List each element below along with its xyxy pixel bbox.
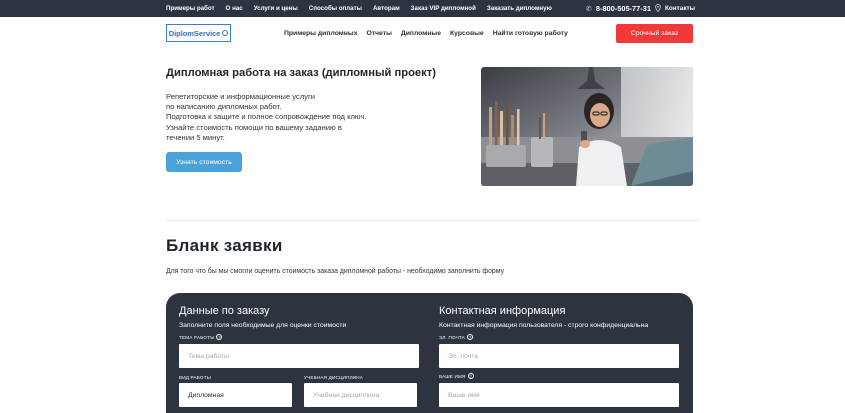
top-link-about[interactable]: О нас [226, 5, 243, 12]
form-subtitle: Для того что бы мы смогли оценить стоимо… [166, 268, 505, 275]
hero-description-line: Узнайте стоимость помощи по вашему задан… [166, 122, 342, 132]
nav-item-diploma-examples[interactable]: Примеры дипломных [284, 30, 357, 37]
name-label-text: Ваше имя [439, 373, 466, 379]
type-label-text: Вид работы [179, 375, 211, 380]
order-section-title: Данные по заказу [179, 305, 270, 317]
hero-description: Репетиторские и информационные услуги по… [166, 92, 406, 143]
contact-section-subtitle: Контактная информация пользователя - стр… [439, 322, 649, 329]
name-field-label: Ваше имя ? [439, 373, 474, 379]
contact-section-title: Контактная информация [439, 305, 566, 317]
email-field-label: Эл. почта ? [439, 334, 474, 340]
site-logo[interactable]: DiplomService [166, 24, 231, 42]
hero-description-line: Репетиторские и информационные услуги [166, 92, 315, 101]
nav-item-coursework[interactable]: Курсовые [450, 30, 484, 37]
topic-field-label: Тема работы ? [179, 334, 223, 340]
topic-input[interactable] [179, 344, 419, 368]
top-nav: Примеры работ О нас Услуги и цены Способ… [166, 0, 563, 17]
top-link-vip[interactable]: Заказ VIP дипломной [411, 5, 476, 12]
main-nav: Примеры дипломных Отчеты Дипломные Курсо… [284, 24, 577, 42]
email-label-text: Эл. почта [439, 334, 466, 340]
hero-photo-illustration [481, 67, 693, 186]
top-link-order[interactable]: Заказать дипломную [487, 5, 552, 12]
top-link-payment[interactable]: Способы оплаты [309, 5, 362, 12]
help-icon[interactable]: ? [216, 334, 223, 340]
contacts-link[interactable]: Контакты [655, 0, 695, 17]
type-field-label: Вид работы [179, 375, 211, 380]
discipline-field-label: Учебная дисциплина [304, 375, 363, 380]
contacts-label: Контакты [665, 5, 696, 12]
find-cost-button[interactable]: Узнать стоимость [166, 152, 242, 172]
top-link-services[interactable]: Услуги и цены [254, 5, 298, 12]
nav-item-find-ready[interactable]: Найти готовую работу [493, 30, 568, 37]
top-link-examples[interactable]: Примеры работ [166, 5, 215, 12]
discipline-input[interactable] [304, 383, 417, 407]
logo-mark-icon [222, 30, 229, 36]
email-input[interactable] [439, 344, 679, 368]
nav-item-diplomas[interactable]: Дипломные [401, 30, 441, 37]
form-title: Бланк заявки [166, 236, 283, 255]
top-link-authors[interactable]: Авторам [373, 5, 400, 12]
hero-description-line: Подготовка к защите и полное сопровожден… [166, 112, 367, 122]
hero-title: Дипломная работа на заказ (дипломный про… [166, 67, 436, 79]
phone-link[interactable]: ✆ 8-800-505-77-31 [586, 0, 651, 17]
request-form-panel: Данные по заказу Заполните поля необходи… [166, 293, 693, 413]
order-section-subtitle: Заполните поля необходимые для оценки ст… [179, 322, 347, 329]
section-divider [166, 220, 699, 221]
work-type-select[interactable] [179, 383, 292, 407]
hero-description-line: по написанию дипломных работ. [166, 102, 282, 112]
help-icon[interactable]: ? [467, 334, 474, 340]
phone-number: 8-800-505-77-31 [595, 4, 651, 13]
location-pin-icon [655, 3, 661, 14]
hero-photo [481, 67, 693, 186]
help-icon[interactable]: ? [467, 373, 474, 379]
name-input[interactable] [439, 383, 679, 407]
hero-description-line: течении 5 минут. [166, 132, 225, 142]
nav-item-reports[interactable]: Отчеты [366, 30, 391, 37]
logo-text: DiplomService [168, 28, 221, 38]
topic-label-text: Тема работы [179, 334, 215, 340]
urgent-order-button[interactable]: Срочный заказ [616, 24, 693, 43]
discipline-label-text: Учебная дисциплина [304, 375, 364, 380]
phone-icon: ✆ [586, 5, 592, 13]
